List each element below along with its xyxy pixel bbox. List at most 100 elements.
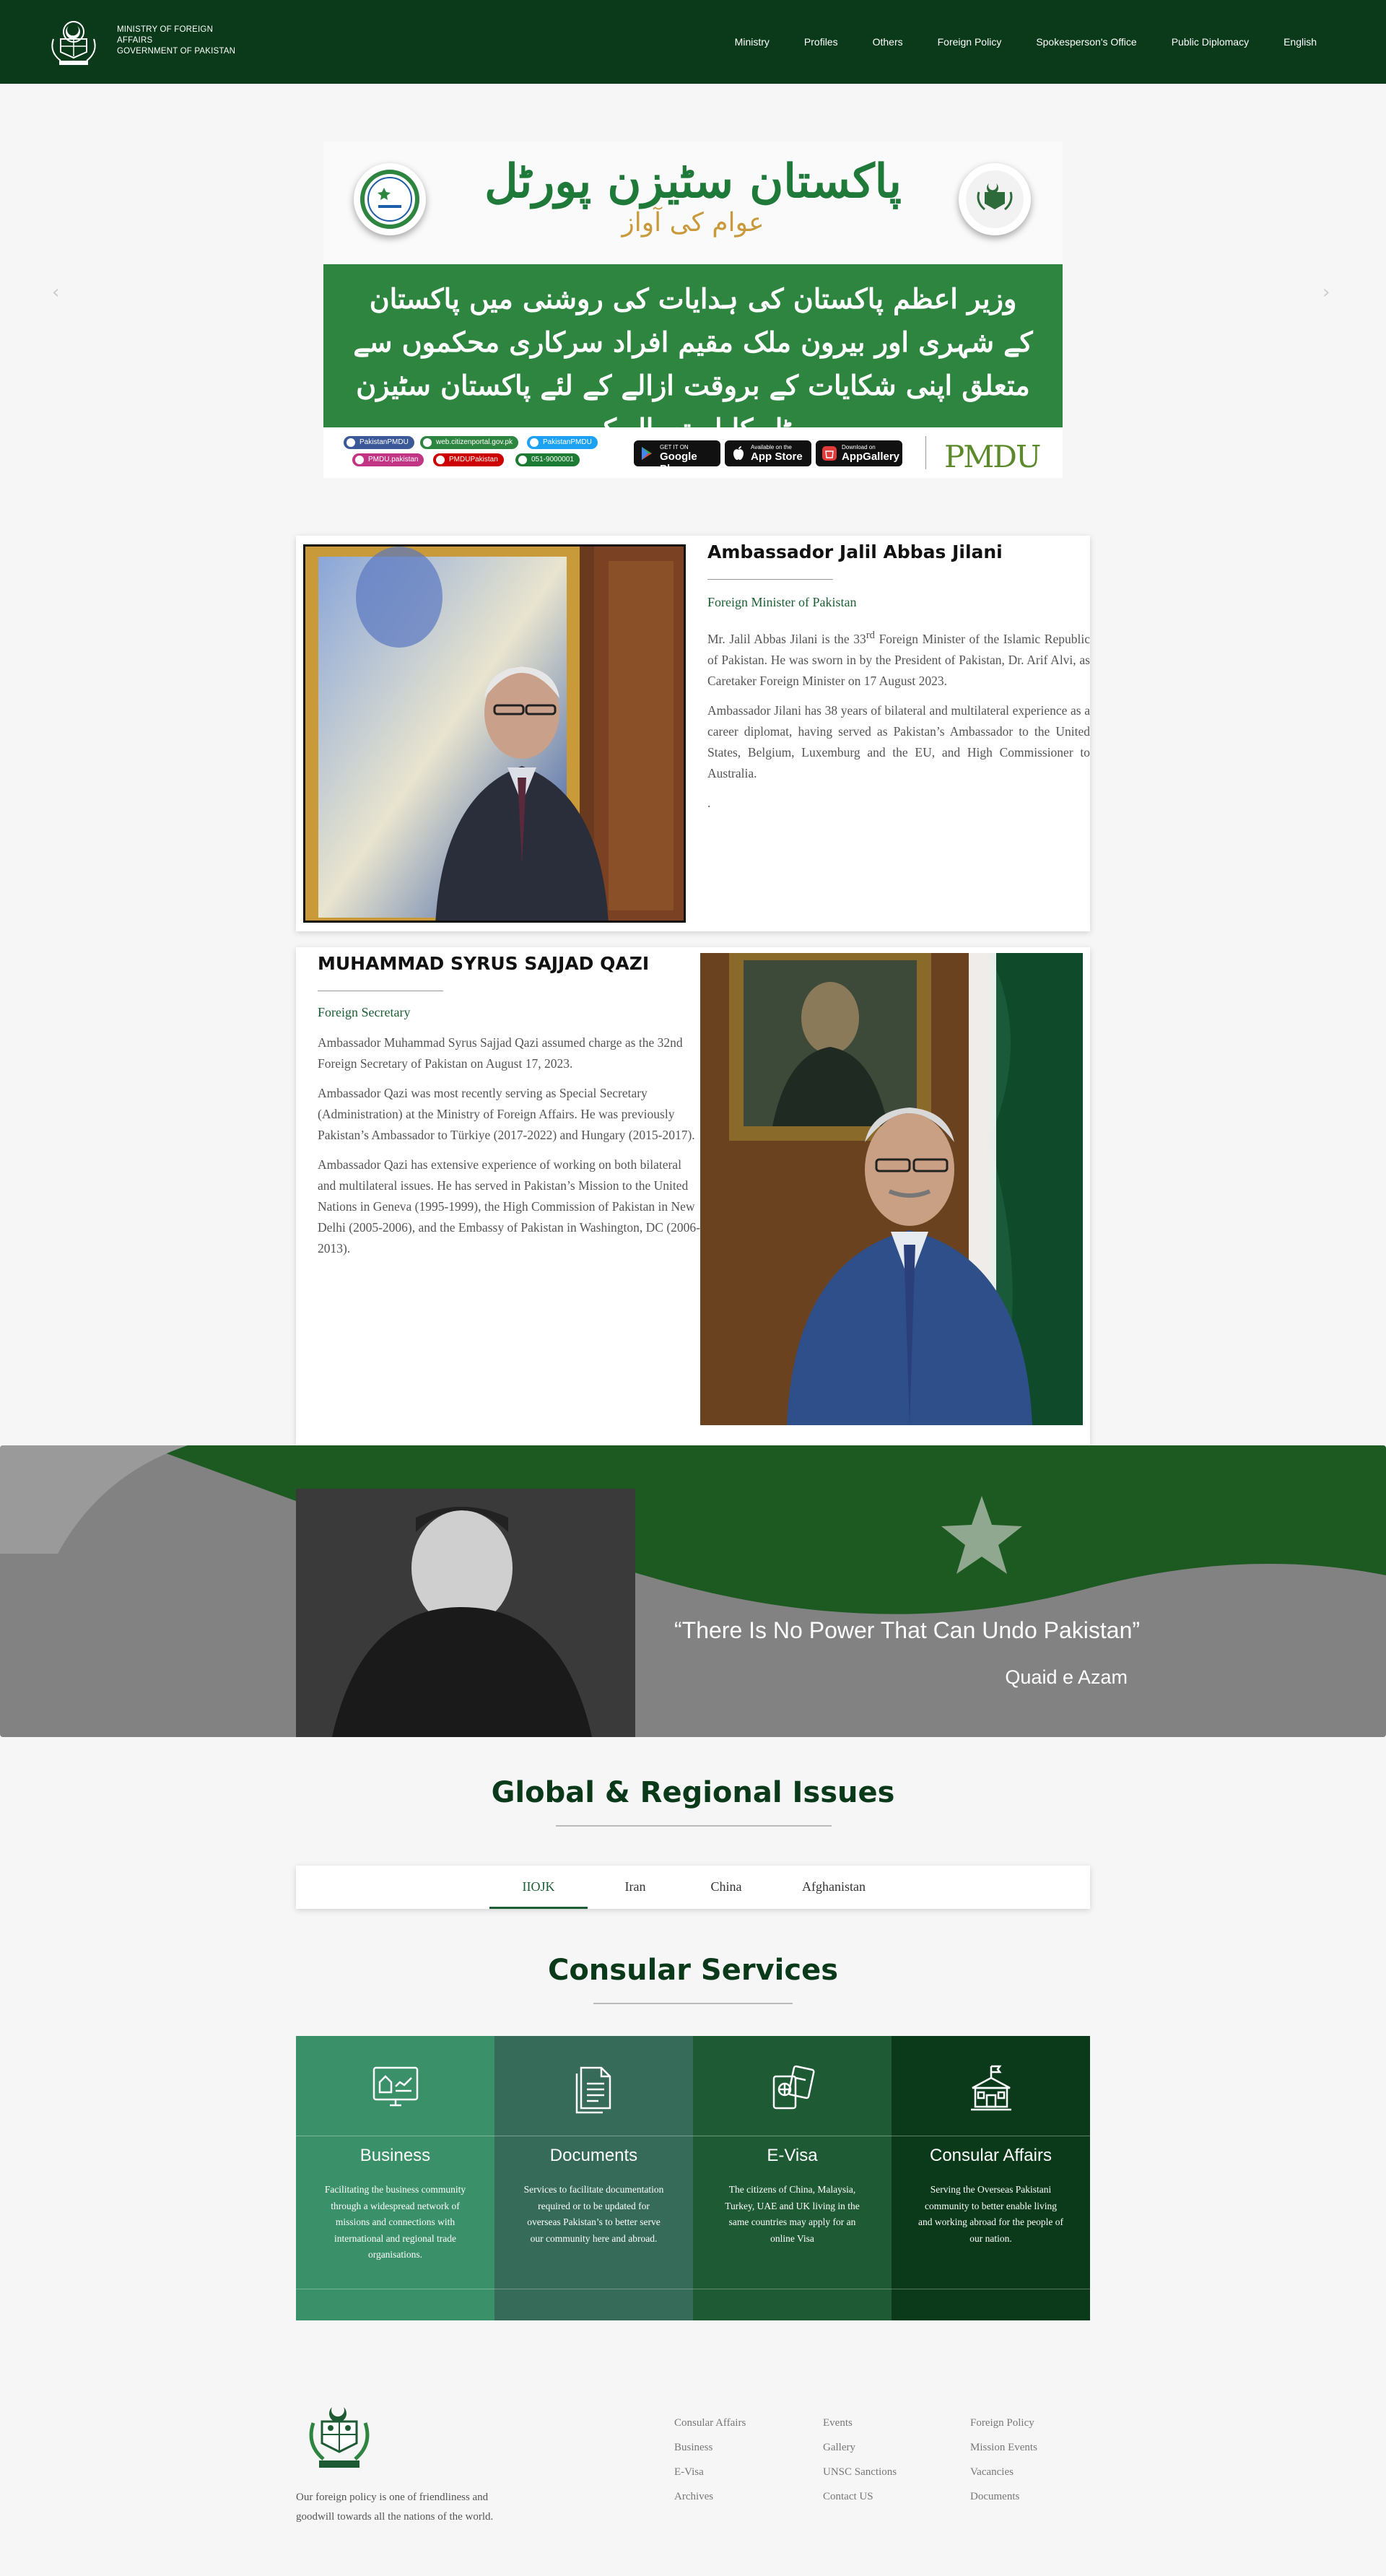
nav-foreign-policy[interactable]: Foreign Policy [938,36,1002,48]
app-gallery-button[interactable]: Download on AppGallery [816,440,902,466]
footer-link-unsc-sanctions[interactable]: UNSC Sanctions [823,2466,897,2479]
youtube-link[interactable]: PMDUPakistan [433,453,504,466]
google-play-button[interactable]: GET IT ON Google Play [634,440,720,475]
pmdu-logo: PMDU [944,439,1041,474]
footer-link-consular-affairs[interactable]: Consular Affairs [674,2417,746,2429]
foreign-minister-card: Ambassador Jalil Abbas Jilani Foreign Mi… [296,536,1090,931]
service-title: E-Visa [767,2146,818,2165]
consular-services: Business Facilitating the business commu… [296,2036,1090,2320]
footer-tagline: Our foreign policy is one of friendlines… [296,2488,493,2527]
instagram-link[interactable]: PMDU.pakistan [352,453,424,466]
secretary-bio: Ambassador Muhammad Syrus Sajjad Qazi as… [318,1032,700,1268]
service-e-visa[interactable]: E-Visa The citizens of China, Malaysia, … [693,2036,892,2320]
footer-link-e-visa[interactable]: E-Visa [674,2466,704,2479]
minister-bio-p2: Ambassador Jilani has 38 years of bilate… [707,702,1090,780]
service-title: Documents [549,2146,638,2165]
documents-icon [575,2066,611,2114]
footer-link-documents[interactable]: Documents [970,2491,1019,2503]
nav-language[interactable]: English [1283,36,1317,48]
consular-title: Consular Services [547,1954,839,1987]
tab-china[interactable]: China [697,1866,755,1909]
footer-link-vacancies[interactable]: Vacancies [970,2466,1014,2479]
app-gallery-small: Download on [842,444,876,451]
service-documents[interactable]: Documents Services to facilitate documen… [494,2036,693,2320]
footer-emblem-icon [309,2407,370,2468]
phone-number[interactable]: 051-9000001 [515,453,580,466]
service-title: Consular Affairs [930,2146,1052,2165]
service-consular-affairs[interactable]: Consular Affairs Serving the Overseas Pa… [892,2036,1090,2320]
service-title: Business [359,2146,431,2165]
foreign-secretary-card: MUHAMMAD SYRUS SAJJAD QAZI Foreign Secre… [296,947,1090,1445]
google-play-small: GET IT ON [660,444,689,451]
footer-link-business[interactable]: Business [674,2442,712,2454]
logo-line-2: AFFAIRS [117,36,153,45]
minister-role: Foreign Minister of Pakistan [707,595,857,609]
website-link[interactable]: web.citizenportal.gov.pk [420,436,518,449]
secretary-bio-p1: Ambassador Muhammad Syrus Sajjad Qazi as… [318,1035,683,1071]
quote-band: “There Is No Power That Can Undo Pakista… [0,1445,1386,1737]
passport-icon [772,2065,815,2110]
carousel-prev-icon[interactable]: ‹ [52,282,59,303]
secretary-bio-p2: Ambassador Qazi was most recently servin… [318,1086,695,1142]
quote-text: “There Is No Power That Can Undo Pakista… [674,1617,1141,1643]
tab-afghanistan[interactable]: Afghanistan [787,1866,881,1909]
facebook-link[interactable]: PakistanPMDU [344,436,414,449]
logo-line-3: GOVERNMENT OF PAKISTAN [117,47,236,56]
site-header: MINISTRY OF FOREIGN AFFAIRS GOVERNMENT O… [0,0,1386,84]
minister-name: Ambassador Jalil Abbas Jilani [707,541,1003,562]
nav-spokesperson[interactable]: Spokesperson's Office [1036,36,1136,48]
footer-link-archives[interactable]: Archives [674,2491,713,2503]
tab-iiojk[interactable]: IIOJK [489,1866,588,1909]
huawei-icon [822,446,837,461]
nav-public-diplomacy[interactable]: Public Diplomacy [1172,36,1249,48]
citizen-portal-banner[interactable]: پاکستان سٹیزن پورٹل عوام کی آواز وزیر اع… [323,142,1063,478]
foreign-minister-photo [303,544,686,923]
twitter-link[interactable]: PakistanPMDU [527,436,598,449]
foreign-secretary-photo [700,953,1083,1425]
issues-title: Global & Regional Issues [491,1776,895,1809]
banner-subtitle: عوام کی آواز [622,208,764,238]
minister-bio-p1: Mr. Jalil Abbas Jilani is the 33rd Forei… [707,625,1090,692]
secretary-name: MUHAMMAD SYRUS SAJJAD QAZI [318,953,650,974]
quote-author: Quaid e Azam [1005,1666,1128,1688]
carousel-next-icon[interactable]: › [1322,282,1330,303]
business-icon [372,2066,419,2107]
app-store-big: App Store [751,451,803,463]
banner-footer: PakistanPMDU web.citizenportal.gov.pk Pa… [323,427,1063,478]
minister-bio-p1-sup: rd [866,630,875,641]
service-desc: Services to facilitate documentation req… [523,2184,664,2244]
footer-link-mission-events[interactable]: Mission Events [970,2442,1037,2454]
footer-link-contact-us[interactable]: Contact US [823,2491,873,2503]
secretary-bio-p3: Ambassador Qazi has extensive experience… [318,1157,701,1256]
app-store-small: Available on the [751,444,792,451]
banner-message: وزیر اعظم پاکستان کی ہدایات کی روشنی میں… [353,282,1033,445]
building-icon [971,2065,1011,2111]
consular-title-rule [593,2003,793,2004]
google-play-big: Google Play [660,451,697,475]
tab-iran[interactable]: Iran [606,1866,664,1909]
banner-message-panel: وزیر اعظم پاکستان کی ہدایات کی روشنی میں… [323,264,1063,445]
nav-others[interactable]: Others [873,36,903,48]
banner-title: پاکستان سٹیزن پورٹل [484,155,902,209]
footer-tagline-2: goodwill towards all the nations of the … [296,2511,494,2523]
footer-link-gallery[interactable]: Gallery [823,2442,855,2454]
main-nav: Ministry Profiles Others Foreign Policy … [718,0,1386,84]
minister-name-rule [707,579,833,580]
minister-bio-p1-a: Mr. Jalil Abbas Jilani is the 33 [707,631,866,646]
secretary-role: Foreign Secretary [318,1005,411,1019]
footer-link-foreign-policy[interactable]: Foreign Policy [970,2417,1034,2429]
nav-ministry[interactable]: Ministry [735,36,770,48]
footer-link-events[interactable]: Events [823,2417,853,2429]
ministry-logo-text[interactable]: MINISTRY OF FOREIGN AFFAIRS GOVERNMENT O… [117,25,235,57]
app-store-button[interactable]: Available on the App Store [725,440,811,466]
banner-header: پاکستان سٹیزن پورٹل عوام کی آواز [323,142,1063,264]
state-emblem-icon[interactable] [43,10,104,71]
footer-tagline-1: Our foreign policy is one of friendlines… [296,2492,489,2503]
app-gallery-big: AppGallery [842,451,900,463]
service-business[interactable]: Business Facilitating the business commu… [296,2036,494,2320]
issues-tabs: IIOJK Iran China Afghanistan [296,1866,1090,1909]
flag-background-icon [0,1445,1386,1737]
issues-title-rule [556,1825,832,1827]
nav-profiles[interactable]: Profiles [804,36,838,48]
apple-icon [733,446,744,460]
